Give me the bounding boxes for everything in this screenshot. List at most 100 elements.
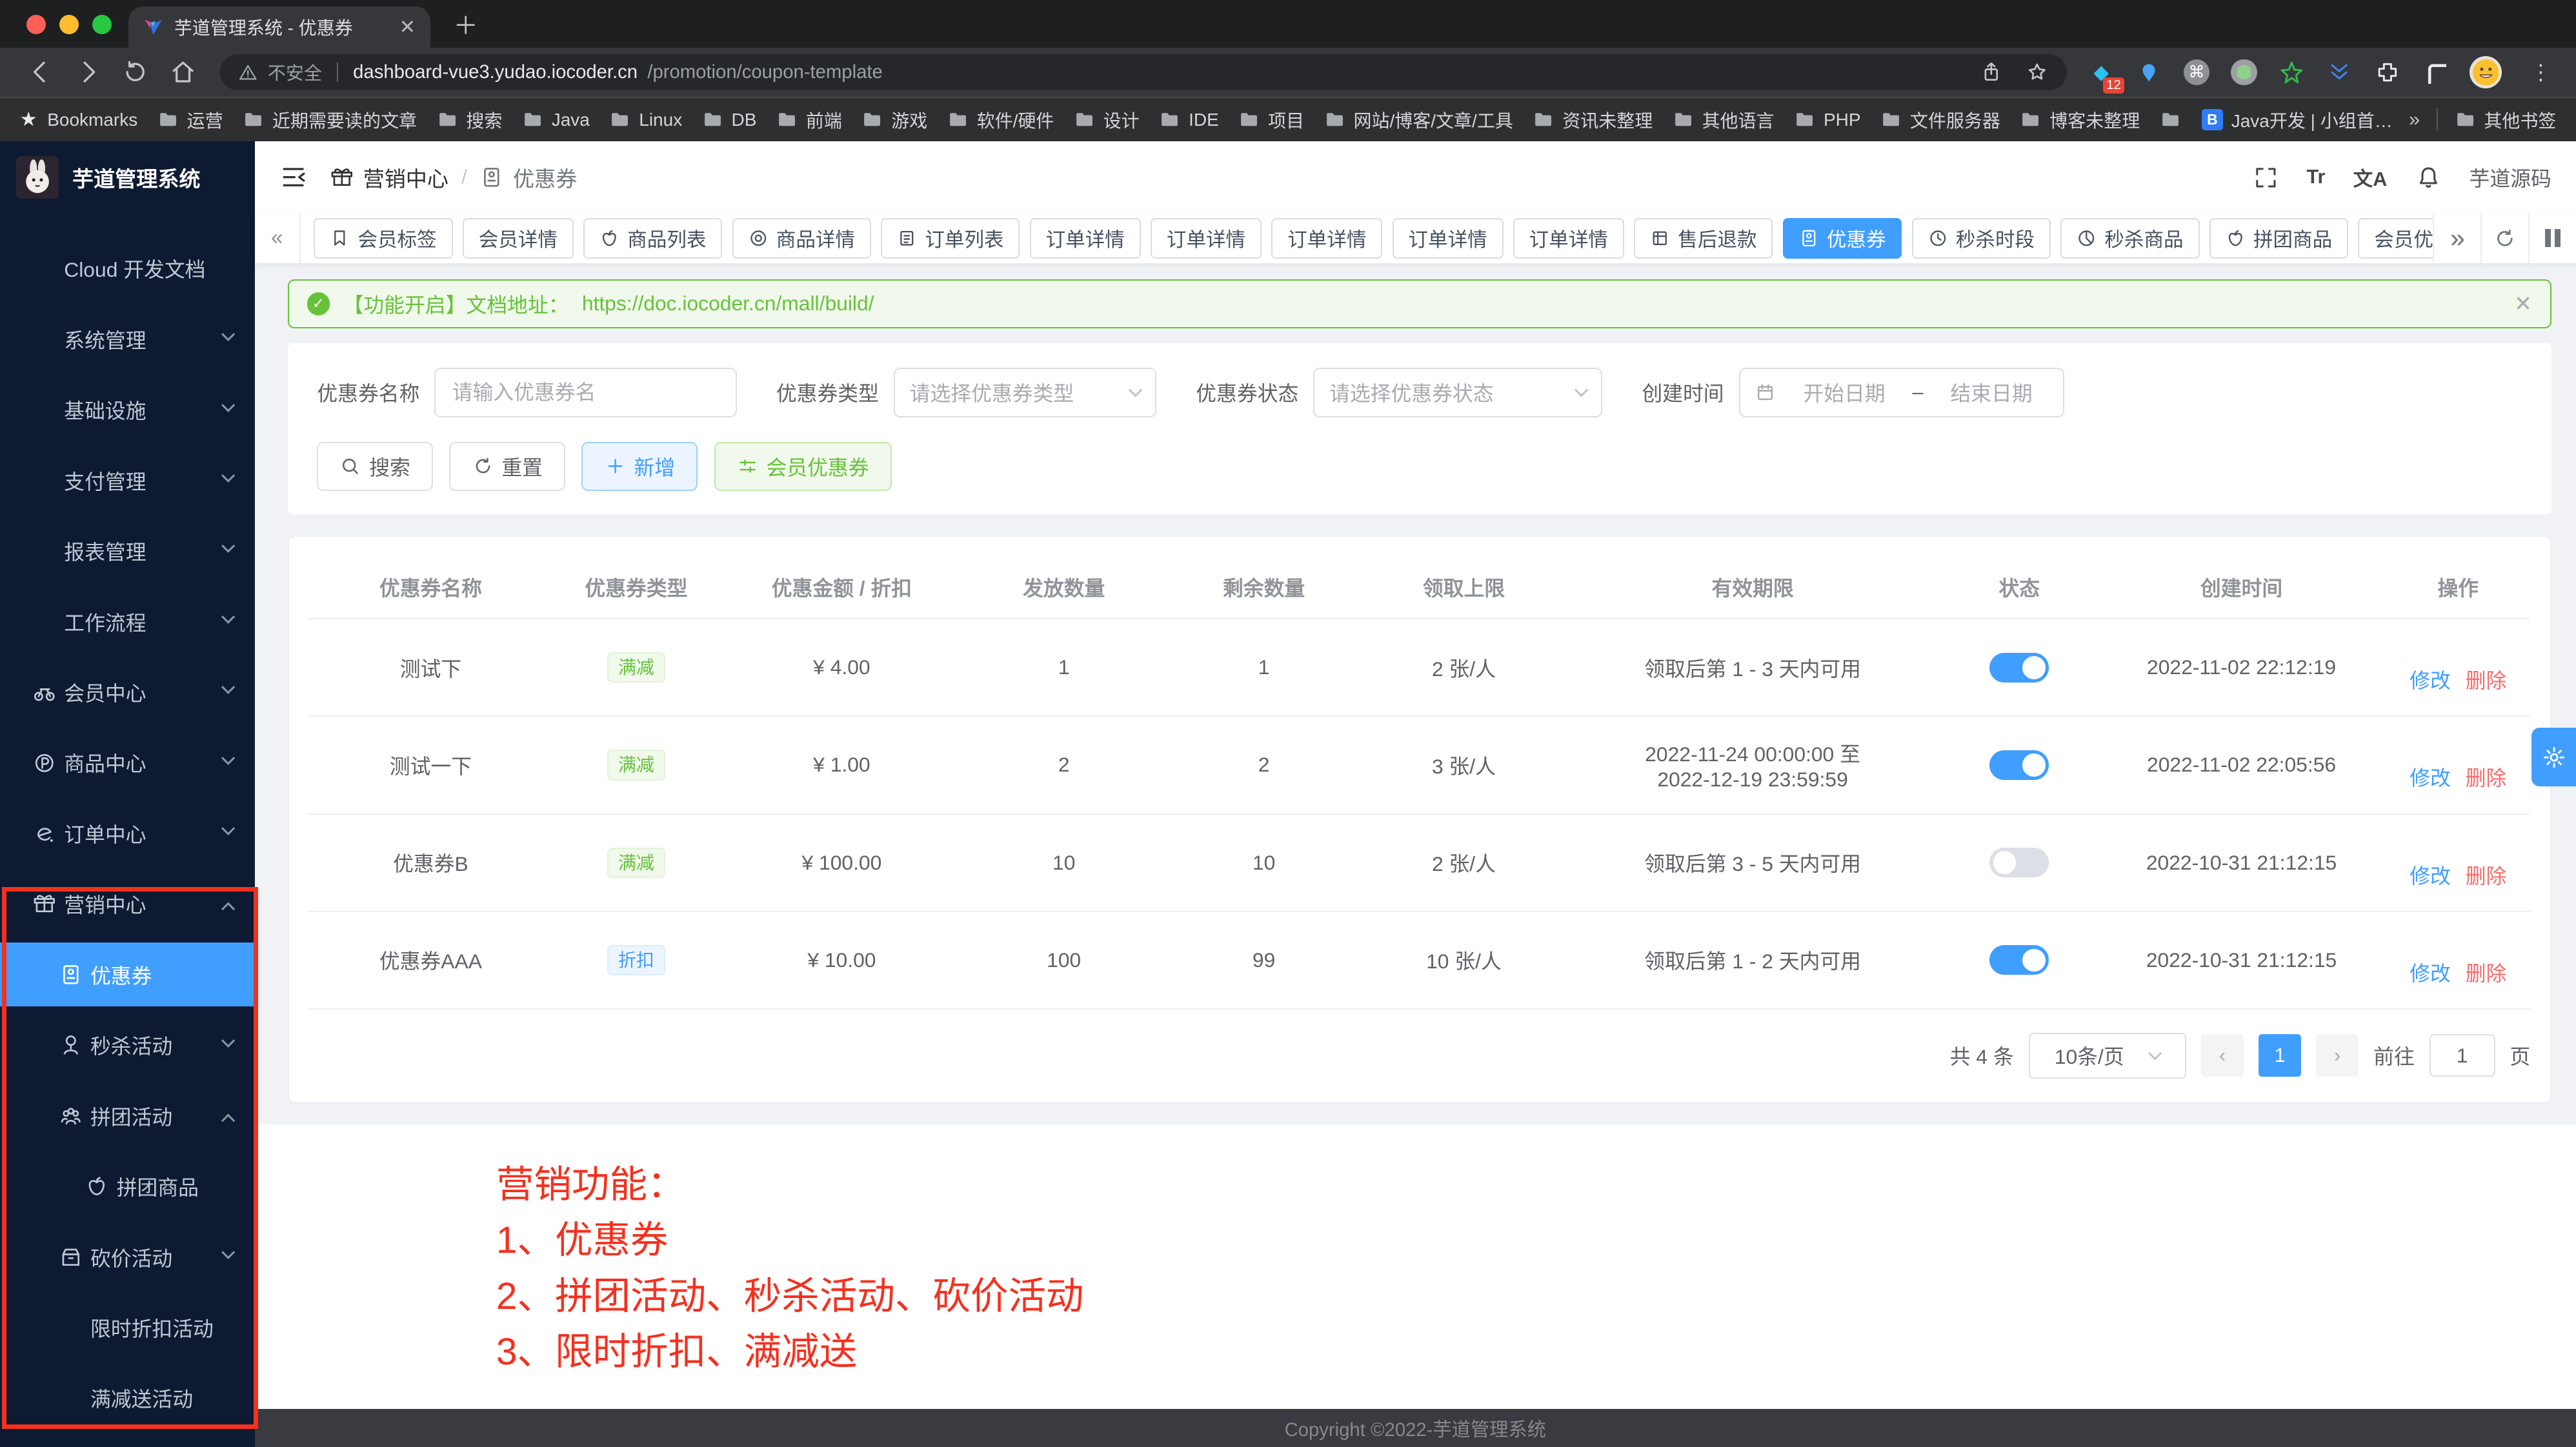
new-tab-button[interactable]: ＋ <box>454 6 478 41</box>
coupon-type-select[interactable]: 请选择优惠券类型 <box>894 368 1156 417</box>
reset-button[interactable]: 重置 <box>449 442 565 491</box>
delete-link[interactable]: 删除 <box>2466 962 2507 985</box>
notice-link[interactable]: https://doc.iocoder.cn/mall/build/ <box>582 292 874 315</box>
bookmark-folder[interactable]: PHP <box>1794 107 1860 133</box>
window-minimize-button[interactable] <box>59 15 79 35</box>
tag-view-tab[interactable]: 订单详情 <box>1151 218 1262 259</box>
edit-link[interactable]: 修改 <box>2410 766 2451 790</box>
bookmark-folder[interactable]: 项目 <box>1238 107 1304 133</box>
browser-tab[interactable]: 芋道管理系统 - 优惠券 ✕ <box>128 6 430 48</box>
tag-view-tab[interactable]: 订单详情 <box>1030 218 1141 259</box>
bookmark-folder[interactable]: 博客未整理 <box>2020 107 2140 133</box>
tag-view-tab[interactable]: 订单详情 <box>1271 218 1382 259</box>
bookmark-folder[interactable]: 搜索 <box>437 107 503 133</box>
bookmarks-label[interactable]: Bookmarks <box>47 110 137 130</box>
reload-icon[interactable] <box>121 58 149 86</box>
sidebar-menu-item[interactable]: 支付管理 <box>0 448 255 512</box>
tag-view-tab[interactable]: 秒杀商品 <box>2060 218 2199 259</box>
tag-view-tab[interactable]: 会员优惠券 <box>2358 218 2433 259</box>
security-label[interactable]: 不安全 <box>268 59 322 85</box>
sidebar-collapse-icon[interactable] <box>279 163 307 191</box>
tag-view-tab[interactable]: 商品详情 <box>732 218 871 259</box>
member-coupon-button[interactable]: 会员优惠券 <box>714 442 892 491</box>
bookmark-folder[interactable]: 前端 <box>776 107 842 133</box>
tag-view-tab[interactable]: 商品列表 <box>583 218 722 259</box>
sidebar-menu-item[interactable]: 拼团活动 <box>0 1084 255 1148</box>
start-date-placeholder[interactable]: 开始日期 <box>1787 377 1900 407</box>
bookmark-folder[interactable]: 软件/硬件 <box>947 107 1054 133</box>
sidebar-menu-item[interactable]: Cloud 开发文档 <box>0 237 255 301</box>
tag-view-tab[interactable]: 优惠券 <box>1783 218 1902 259</box>
extension-tampermonkey-icon[interactable]: ◆12 <box>2088 59 2115 86</box>
goto-page-input[interactable] <box>2430 1034 2495 1077</box>
tags-scroll-right-icon[interactable]: » <box>2433 214 2480 263</box>
delete-link[interactable]: 删除 <box>2466 669 2507 692</box>
extension-recorder-icon[interactable] <box>2231 59 2257 86</box>
bookmark-folder[interactable]: 文件服务器 <box>1880 107 2000 133</box>
window-zoom-button[interactable] <box>92 15 112 35</box>
bookmark-folder[interactable]: 游戏 <box>861 107 927 133</box>
prev-page-button[interactable]: ‹ <box>2201 1034 2244 1077</box>
tags-layout-icon[interactable] <box>2528 214 2576 263</box>
tag-view-tab[interactable]: 售后退款 <box>1634 218 1773 259</box>
sidebar-menu-item[interactable]: 商品中心 <box>0 731 255 795</box>
sidebar-menu-item[interactable]: 砍价活动 <box>0 1225 255 1289</box>
extension-command-icon[interactable]: ⌘ <box>2184 59 2210 86</box>
coupon-status-select[interactable]: 请选择优惠券状态 <box>1313 368 1602 417</box>
bookmark-folder[interactable]: 2014-4 <box>2160 107 2186 133</box>
breadcrumb-item[interactable]: 营销中心 <box>363 162 448 193</box>
extension-drop-icon[interactable] <box>2136 59 2162 86</box>
delete-link[interactable]: 删除 <box>2466 766 2507 790</box>
tag-view-tab[interactable]: 会员标签 <box>314 218 452 259</box>
add-button[interactable]: 新增 <box>581 442 698 491</box>
browser-profile-avatar[interactable] <box>2470 56 2502 89</box>
forward-icon[interactable] <box>74 58 102 86</box>
coupon-name-input[interactable] <box>434 368 736 417</box>
sidebar-menu-item[interactable]: 营销中心 <box>0 872 255 936</box>
sidebar-menu-item[interactable]: 系统管理 <box>0 307 255 371</box>
edit-link[interactable]: 修改 <box>2410 669 2451 692</box>
bookmark-folder[interactable]: 资讯未整理 <box>1533 107 1653 133</box>
extension-vue-devtools-icon[interactable] <box>2326 59 2353 86</box>
fullscreen-icon[interactable] <box>2253 165 2279 191</box>
extensions-puzzle-icon[interactable] <box>2374 59 2400 86</box>
tag-view-tab[interactable]: 订单详情 <box>1513 218 1624 259</box>
bookmarks-star-icon[interactable]: ★ <box>20 108 37 131</box>
date-range-picker[interactable]: 开始日期 – 结束日期 <box>1739 368 2064 417</box>
bookmark-folder[interactable]: DB <box>702 107 757 133</box>
bookmark-folder[interactable]: IDE <box>1159 107 1219 133</box>
tag-view-tab[interactable]: 订单列表 <box>881 218 1020 259</box>
bookmark-folder[interactable]: Java <box>522 107 590 133</box>
back-icon[interactable] <box>26 58 54 86</box>
browser-menu-icon[interactable]: ⋮ <box>2530 59 2551 85</box>
notice-close-icon[interactable]: ✕ <box>2514 291 2532 317</box>
sidebar-menu-item[interactable]: 订单中心 <box>0 801 255 865</box>
notification-bell-icon[interactable] <box>2415 165 2442 191</box>
sidebar-menu-item[interactable]: 基础设施 <box>0 378 255 442</box>
bookmarks-overflow-chevron[interactable]: » <box>2409 108 2420 131</box>
bookmark-site[interactable]: B Java开发 | 小组首… <box>2202 107 2393 133</box>
address-bar[interactable]: 不安全 dashboard-vue3.yudao.iocoder.cn /pro… <box>220 54 2067 90</box>
tag-view-tab[interactable]: 秒杀时段 <box>1912 218 2051 259</box>
font-size-icon[interactable]: Tr <box>2307 166 2326 188</box>
tag-view-tab[interactable]: 订单详情 <box>1393 218 1504 259</box>
bookmark-folder[interactable]: 设计 <box>1074 107 1140 133</box>
bookmark-folder[interactable]: 网站/博客/文章/工具 <box>1324 107 1513 133</box>
user-name[interactable]: 芋道源码 <box>2470 163 2551 192</box>
page-size-select[interactable]: 10条/页 <box>2029 1033 2186 1079</box>
other-bookmarks[interactable]: 其他书签 <box>2455 107 2557 133</box>
bookmark-folder[interactable]: 近期需要读的文章 <box>243 107 417 133</box>
status-toggle[interactable] <box>1989 848 2049 877</box>
bookmark-folder[interactable]: Linux <box>609 107 682 133</box>
extension-star-icon[interactable] <box>2279 59 2305 86</box>
extension-panel-icon[interactable] <box>2422 59 2448 86</box>
sidebar-menu-item[interactable]: 满减送活动 <box>0 1366 255 1430</box>
bookmark-folder[interactable]: 运营 <box>157 107 223 133</box>
window-close-button[interactable] <box>26 15 46 35</box>
sidebar-menu-item[interactable]: 会员中心 <box>0 660 255 724</box>
end-date-placeholder[interactable]: 结束日期 <box>1935 377 2048 407</box>
sidebar-menu-item[interactable]: 工作流程 <box>0 590 255 654</box>
sidebar-menu-item[interactable]: 拼团商品 <box>0 1154 255 1218</box>
status-toggle[interactable] <box>1989 653 2049 683</box>
sidebar-menu-item[interactable]: 秒杀活动 <box>0 1013 255 1077</box>
